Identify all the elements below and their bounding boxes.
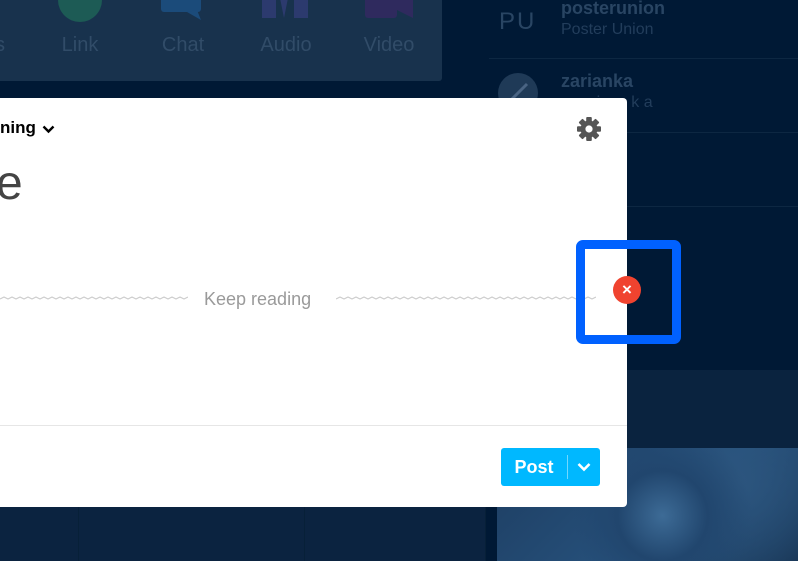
avatar: PU [497, 2, 545, 50]
blog-selector-label: ning [0, 118, 36, 137]
read-more-break[interactable]: Keep reading [0, 288, 600, 310]
post-type-chat[interactable]: Chat [143, 0, 223, 81]
feed-column [79, 507, 305, 561]
zigzag-divider [0, 296, 188, 300]
editor-footer-divider [0, 425, 627, 426]
post-editor-modal: ning e Keep reading Post [0, 98, 627, 507]
gear-icon[interactable] [576, 116, 602, 142]
post-options-dropdown[interactable] [568, 448, 600, 486]
audio-icon [260, 0, 312, 29]
blog-name: zarianka [561, 71, 634, 91]
post-type-label: Audio [260, 34, 312, 56]
post-button-label: Post [514, 457, 554, 477]
blog-row-posterunion[interactable]: PU posterunion Poster Union [489, 0, 798, 59]
read-more-label: Keep reading [204, 289, 312, 309]
link-icon [56, 0, 104, 29]
blog-selector[interactable]: ning [0, 118, 55, 139]
blog-title: Poster Union [561, 21, 654, 38]
chat-icon [157, 0, 209, 29]
feed-column [305, 507, 486, 561]
post-title[interactable]: e [0, 160, 23, 208]
video-icon [363, 0, 415, 29]
chevron-down-icon [42, 119, 55, 139]
blog-name: posterunion [561, 0, 665, 18]
post-type-audio[interactable]: Audio [246, 0, 326, 81]
post-type-label: Video [363, 34, 415, 56]
chevron-down-icon [577, 463, 591, 472]
post-type-video[interactable]: Video [349, 0, 429, 81]
post-type-label: Link [61, 34, 99, 56]
zigzag-divider [336, 296, 596, 300]
post-type-link[interactable]: Link [40, 0, 120, 81]
highlight-box [576, 240, 681, 344]
post-type-label: s [0, 34, 5, 56]
post-type-quote[interactable]: s [0, 0, 40, 81]
post-type-bar: s Link Chat Audio Video [0, 0, 442, 81]
feed-column [0, 507, 79, 561]
poster-union-logo: PU [499, 8, 537, 35]
post-button[interactable]: Post [501, 448, 600, 486]
post-type-label: Chat [161, 34, 205, 56]
